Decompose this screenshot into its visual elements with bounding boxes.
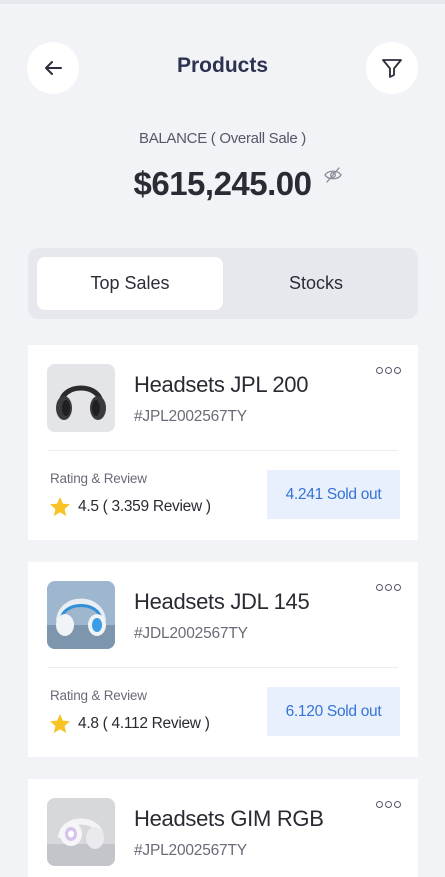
balance-amount: $615,245.00 — [133, 165, 312, 202]
product-card[interactable]: Headsets GIM RGB #JPL2002567TY — [28, 779, 418, 877]
product-name: Headsets GIM RGB — [134, 806, 324, 831]
tab-stocks[interactable]: Stocks — [223, 257, 409, 310]
rating-label: Rating & Review — [50, 471, 147, 486]
star-icon — [48, 495, 72, 524]
product-image — [47, 581, 115, 649]
more-options-icon[interactable] — [376, 367, 401, 374]
sold-out-badge: 6.120 Sold out — [267, 687, 400, 736]
sold-out-badge: 4.241 Sold out — [267, 470, 400, 519]
product-code: #JDL2002567TY — [134, 625, 248, 642]
product-name: Headsets JPL 200 — [134, 372, 309, 397]
rating-value: 4.8 ( 4.112 Review ) — [78, 715, 210, 732]
product-name: Headsets JDL 145 — [134, 589, 310, 614]
filter-button[interactable] — [366, 42, 418, 94]
tab-bar: Top Sales Stocks — [28, 248, 418, 319]
balance-label: BALANCE ( Overall Sale ) — [138, 130, 307, 147]
more-options-icon[interactable] — [376, 584, 401, 591]
product-code: #JPL2002567TY — [134, 842, 247, 859]
filter-icon — [382, 59, 402, 78]
divider — [48, 667, 398, 668]
product-card[interactable]: Headsets JDL 145 #JDL2002567TY Rating & … — [28, 562, 418, 757]
product-card[interactable]: Headsets JPL 200 #JPL2002567TY Rating & … — [28, 345, 418, 540]
divider — [48, 450, 398, 451]
status-strip — [0, 0, 445, 4]
rating-label: Rating & Review — [50, 688, 147, 703]
rating-value: 4.5 ( 3.359 Review ) — [78, 498, 211, 515]
product-image — [47, 364, 115, 432]
more-options-icon[interactable] — [376, 801, 401, 808]
star-icon — [48, 712, 72, 741]
product-code: #JPL2002567TY — [134, 408, 247, 425]
product-image — [47, 798, 115, 866]
eye-off-icon[interactable] — [324, 167, 342, 188]
tab-top-sales[interactable]: Top Sales — [37, 257, 223, 310]
